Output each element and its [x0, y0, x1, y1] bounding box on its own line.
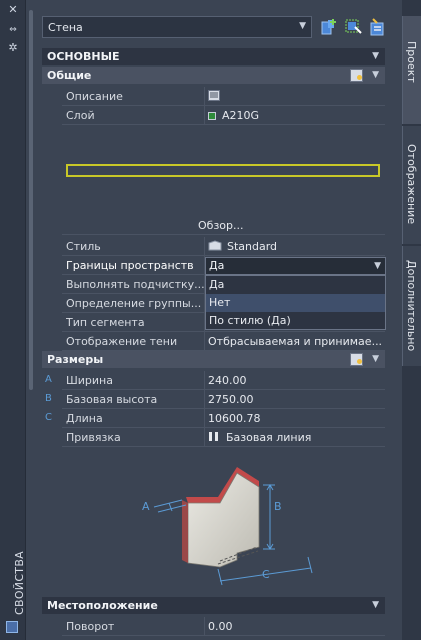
chevron-down-icon: ▼ [372, 51, 379, 61]
group-dimensions[interactable]: Размеры ▼ [42, 351, 385, 368]
option-by-style[interactable]: По стилю (Да) [206, 312, 385, 330]
property-row-base-height[interactable]: B Базовая высота 2750.00 [45, 390, 385, 409]
palette-title: СВОЙСТВА [13, 551, 26, 615]
palette-title-strip: ✕ ⇔ ✲ СВОЙСТВА [0, 0, 26, 640]
property-row-description[interactable]: Описание [62, 87, 385, 106]
dim-label-c: C [262, 568, 270, 581]
tab-design[interactable]: Проект [402, 16, 421, 124]
tab-display[interactable]: Отображение [402, 126, 421, 244]
toggle-pickadd-icon[interactable] [320, 17, 340, 37]
description-editor-icon[interactable] [208, 90, 220, 101]
settings-icon[interactable]: ✲ [7, 42, 19, 54]
wall-plan-preview [66, 164, 380, 177]
quick-select-icon[interactable] [367, 17, 387, 37]
property-row-shadow-display[interactable]: Отображение тени Отбрасываемая и принима… [62, 332, 385, 351]
scrollbar-thumb[interactable] [29, 10, 33, 390]
dim-label-b: B [274, 500, 282, 513]
palette-menu-icon[interactable] [6, 621, 18, 633]
style-preview-area: Обзор... [62, 125, 385, 235]
option-no[interactable]: Нет [206, 294, 385, 312]
properties-panel: Стена ▼ ОСНОВНЫЕ ▼ Общие ▼ Описание Слой [37, 0, 402, 640]
chevron-down-icon: ▼ [374, 261, 381, 271]
chevron-down-icon: ▼ [372, 600, 379, 610]
properties-tabs: Проект Отображение Дополнительно [402, 0, 421, 640]
section-main[interactable]: ОСНОВНЫЕ ▼ [42, 48, 385, 65]
property-row-layer[interactable]: Слой A210G [62, 106, 385, 125]
property-row-width[interactable]: A Ширина 240.00 [45, 371, 385, 390]
description-value[interactable] [208, 90, 383, 104]
wall-dimension-diagram: A B C [62, 445, 385, 595]
chevron-down-icon: ▼ [372, 70, 379, 80]
tab-extended-data[interactable]: Дополнительно [402, 246, 421, 366]
auto-hide-icon[interactable]: ⇔ [7, 24, 19, 36]
style-wall-icon [208, 240, 222, 251]
close-icon[interactable]: ✕ [7, 4, 19, 16]
space-boundary-options: Да Нет По стилю (Да) [205, 275, 386, 330]
property-row-rotation[interactable]: Поворот 0.00 [62, 617, 385, 636]
option-yes[interactable]: Да [206, 276, 385, 294]
browse-button[interactable]: Обзор... [198, 219, 244, 232]
object-type-select[interactable]: Стена ▼ [42, 16, 312, 38]
chevron-down-icon: ▼ [372, 354, 379, 364]
section-location[interactable]: Местоположение ▼ [42, 597, 385, 614]
vertical-scrollbar[interactable] [27, 10, 35, 390]
chevron-down-icon: ▼ [299, 21, 306, 31]
quick-properties-icon[interactable] [350, 353, 363, 366]
select-objects-icon[interactable] [344, 17, 364, 37]
layer-color-swatch [208, 112, 216, 120]
object-type-value: Стена [48, 21, 83, 34]
property-row-length[interactable]: C Длина 10600.78 [45, 409, 385, 428]
property-row-style[interactable]: Стиль Standard [62, 237, 385, 256]
quick-properties-icon[interactable] [350, 69, 363, 82]
space-boundary-select[interactable]: Да ▼ [205, 257, 386, 275]
dim-label-a: A [142, 500, 150, 513]
justify-baseline-icon [209, 432, 218, 441]
group-general[interactable]: Общие ▼ [42, 67, 385, 84]
